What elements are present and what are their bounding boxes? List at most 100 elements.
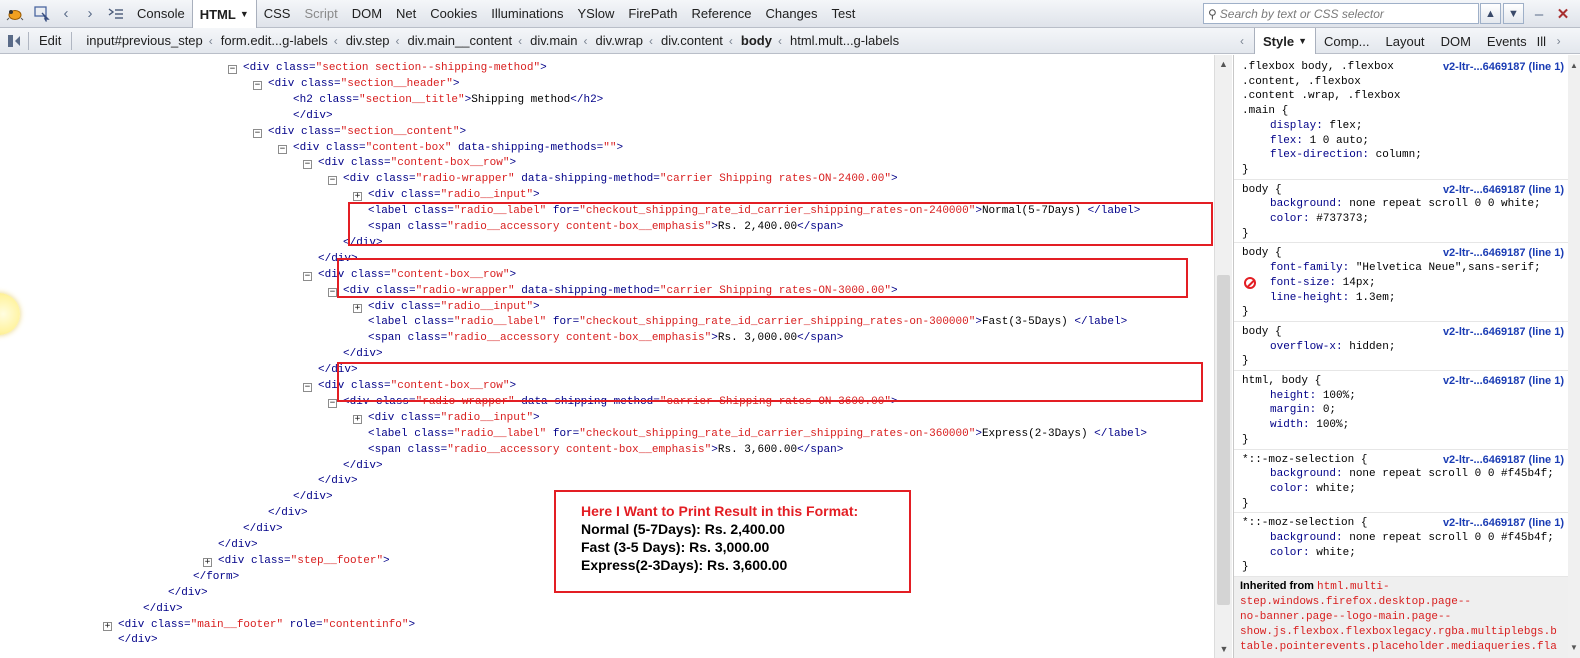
html-tree-node[interactable]: </div> bbox=[218, 537, 258, 553]
css-source-link[interactable]: v2-ltr-...6469187 (line 1) bbox=[1443, 60, 1564, 75]
breadcrumb-item[interactable]: form.edit...g-labels bbox=[213, 28, 334, 54]
tab-illuminations-side[interactable]: Ill bbox=[1535, 28, 1557, 54]
scrollbar-thumb[interactable] bbox=[1217, 275, 1230, 605]
collapse-node-icon[interactable]: − bbox=[328, 287, 337, 297]
html-tree-node[interactable]: + <div class="radio__input"> bbox=[353, 299, 540, 315]
tab-net[interactable]: Net bbox=[389, 0, 423, 28]
css-property[interactable]: line-height: 1.3em; bbox=[1270, 291, 1395, 306]
html-tree-node[interactable]: </div> bbox=[268, 505, 308, 521]
html-panel-scrollbar[interactable]: ▲ ▼ bbox=[1214, 55, 1232, 658]
css-selector[interactable]: *::-moz-selection { bbox=[1242, 453, 1367, 468]
close-icon[interactable]: ✕ bbox=[1551, 0, 1575, 28]
tab-test[interactable]: Test bbox=[825, 0, 863, 28]
css-source-link[interactable]: v2-ltr-...6469187 (line 1) bbox=[1443, 453, 1564, 468]
scroll-up-icon[interactable]: ▲ bbox=[1568, 61, 1580, 70]
tab-illuminations[interactable]: Illuminations bbox=[484, 0, 570, 28]
forward-icon[interactable]: › bbox=[78, 0, 102, 28]
css-property[interactable]: flex-direction: column; bbox=[1270, 148, 1422, 163]
collapse-node-icon[interactable]: − bbox=[303, 271, 312, 281]
css-selector[interactable]: html, body { bbox=[1242, 374, 1321, 389]
scroll-down-icon[interactable]: ▼ bbox=[1215, 644, 1233, 654]
css-selector[interactable]: body { bbox=[1242, 325, 1282, 340]
html-tree-node[interactable]: <span class="radio__accessory content-bo… bbox=[368, 442, 843, 458]
html-tree-node[interactable]: </div> bbox=[168, 585, 208, 601]
tab-reference[interactable]: Reference bbox=[685, 0, 759, 28]
css-property[interactable]: width: 100%; bbox=[1270, 418, 1349, 433]
tab-computed[interactable]: Comp... bbox=[1316, 28, 1378, 54]
html-tree-node[interactable]: − <div class="content-box" data-shipping-… bbox=[278, 140, 623, 156]
tab-yslow[interactable]: YSlow bbox=[571, 0, 622, 28]
css-property[interactable]: margin: 0; bbox=[1270, 403, 1336, 418]
html-tree-node[interactable]: + <div class="step__footer"> bbox=[203, 553, 390, 569]
collapse-node-icon[interactable]: − bbox=[253, 128, 262, 138]
html-tree-node[interactable]: </div> bbox=[318, 473, 358, 489]
css-source-link[interactable]: v2-ltr-...6469187 (line 1) bbox=[1443, 183, 1564, 198]
css-property[interactable]: flex: 1 0 auto; bbox=[1270, 134, 1369, 149]
css-selector[interactable]: body { bbox=[1242, 246, 1282, 261]
breadcrumb-item[interactable]: html.mult...g-labels bbox=[782, 28, 905, 54]
search-next-button[interactable]: ▼ bbox=[1503, 3, 1524, 24]
css-selector[interactable]: body { bbox=[1242, 183, 1282, 198]
breadcrumb-item[interactable]: div.main__content bbox=[400, 28, 519, 54]
html-tree-node[interactable]: − <div class="content-box__row"> bbox=[303, 155, 516, 171]
css-property[interactable]: color: #737373; bbox=[1270, 212, 1369, 227]
tab-dom[interactable]: DOM bbox=[345, 0, 389, 28]
search-prev-button[interactable]: ▲ bbox=[1480, 3, 1501, 24]
tab-script[interactable]: Script bbox=[297, 0, 344, 28]
breakpoint-icon[interactable] bbox=[0, 28, 28, 54]
css-property[interactable]: background: none repeat scroll 0 0 #f45b… bbox=[1270, 467, 1554, 482]
breadcrumb-item[interactable]: input#previous_step bbox=[78, 28, 208, 54]
inherited-link[interactable]: step.windows.firefox.desktop.page-- bbox=[1240, 595, 1568, 610]
html-tree-node[interactable]: </div> bbox=[343, 458, 383, 474]
collapse-node-icon[interactable]: − bbox=[303, 383, 312, 392]
html-tree-node[interactable]: </div> bbox=[343, 346, 383, 362]
css-selector[interactable]: .content, .flexbox bbox=[1242, 75, 1361, 90]
chevron-left-icon[interactable]: ‹ bbox=[1240, 34, 1244, 48]
html-tree-node[interactable]: + <div class="radio__input"> bbox=[353, 187, 540, 203]
css-property[interactable]: font-size: 14px; bbox=[1270, 276, 1376, 291]
css-source-link[interactable]: v2-ltr-...6469187 (line 1) bbox=[1443, 246, 1564, 261]
collapse-node-icon[interactable]: − bbox=[253, 80, 262, 90]
css-source-link[interactable]: v2-ltr-...6469187 (line 1) bbox=[1443, 325, 1564, 340]
tab-console[interactable]: Console bbox=[130, 0, 192, 28]
collapse-node-icon[interactable]: − bbox=[278, 144, 287, 154]
html-tree-node[interactable]: − <div class="radio-wrapper" data-shippin… bbox=[328, 171, 898, 187]
tab-changes[interactable]: Changes bbox=[759, 0, 825, 28]
html-tree-node[interactable]: − <div class="section__content"> bbox=[253, 124, 466, 140]
expand-node-icon[interactable]: + bbox=[203, 557, 212, 567]
html-tree-node[interactable]: <h2 class="section__title">Shipping meth… bbox=[293, 92, 603, 108]
breadcrumb-item[interactable]: div.step bbox=[338, 28, 396, 54]
breadcrumb-item-selected[interactable]: body bbox=[733, 28, 778, 54]
css-property[interactable]: background: none repeat scroll 0 0 white… bbox=[1270, 197, 1541, 212]
html-tree-node[interactable]: <label class="radio__label" for="checkou… bbox=[368, 314, 1127, 330]
html-tree-node[interactable]: </div> bbox=[143, 601, 183, 617]
search-input[interactable]: ⚲ Search by text or CSS selector bbox=[1203, 3, 1479, 24]
breadcrumb-item[interactable]: div.main bbox=[522, 28, 583, 54]
inherited-link[interactable]: no-banner.page--logo-main.page-- bbox=[1240, 610, 1568, 625]
css-selector[interactable]: .main { bbox=[1242, 104, 1288, 119]
html-tree-node[interactable]: </div> bbox=[293, 489, 333, 505]
expand-node-icon[interactable]: + bbox=[103, 621, 112, 631]
back-icon[interactable]: ‹ bbox=[54, 0, 78, 28]
collapse-node-icon[interactable]: − bbox=[228, 65, 237, 74]
html-tree-node[interactable]: + <div class="main__footer" role="content… bbox=[103, 617, 415, 633]
html-tree-node[interactable]: + <div class="radio__input"> bbox=[353, 410, 540, 426]
tab-css[interactable]: CSS bbox=[257, 0, 298, 28]
collapse-node-icon[interactable]: − bbox=[328, 176, 337, 186]
html-tree-node[interactable]: </div> bbox=[118, 632, 158, 648]
inherited-link[interactable]: show.js.flexbox.flexboxlegacy.rgba.multi… bbox=[1240, 625, 1568, 640]
breadcrumb-item[interactable]: div.wrap bbox=[588, 28, 649, 54]
css-property[interactable]: overflow-x: hidden; bbox=[1270, 340, 1395, 355]
inherited-link[interactable]: html.multi- bbox=[1317, 581, 1390, 593]
html-tree-node[interactable]: − <div class="section__header"> bbox=[253, 76, 459, 92]
minimize-icon[interactable]: – bbox=[1527, 0, 1551, 28]
css-property[interactable]: color: white; bbox=[1270, 546, 1356, 561]
breadcrumb-item[interactable]: div.content bbox=[653, 28, 729, 54]
edit-button[interactable]: Edit bbox=[29, 28, 71, 54]
collapse-node-icon[interactable]: − bbox=[303, 160, 312, 170]
html-tree-node[interactable]: <span class="radio__accessory content-bo… bbox=[368, 330, 843, 346]
inherited-link[interactable]: table.pointerevents.placeholder.mediaque… bbox=[1240, 640, 1568, 655]
css-property[interactable]: background: none repeat scroll 0 0 #f45b… bbox=[1270, 531, 1554, 546]
tab-html[interactable]: HTML ▼ bbox=[191, 0, 257, 29]
scroll-down-icon[interactable]: ▼ bbox=[1568, 643, 1580, 652]
